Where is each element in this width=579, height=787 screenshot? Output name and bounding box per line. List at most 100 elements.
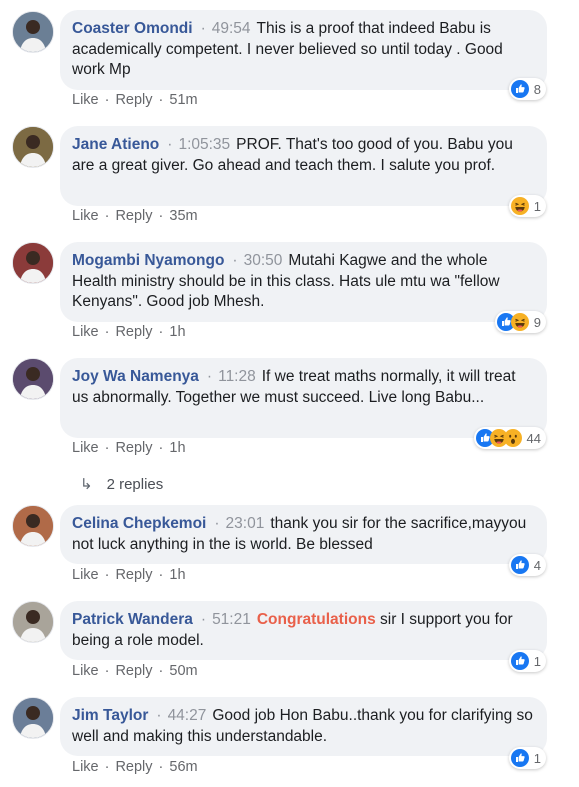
highlighted-word: Congratulations — [256, 611, 376, 628]
comment-bubble: Celina Chepkemoi · 23:01 thank you sir for … — [60, 505, 547, 564]
like-button[interactable]: Like — [72, 324, 99, 340]
wow-icon — [503, 429, 522, 447]
reaction-summary[interactable]: 44 — [473, 427, 546, 449]
separator-dot: · — [158, 324, 164, 340]
comment-bubble: Mogambi Nyamongo · 30:50 Mutahi Kagwe and t… — [60, 242, 547, 322]
comment-age[interactable]: 1h — [169, 567, 185, 583]
separator-dot: · — [104, 440, 110, 456]
video-timestamp-link[interactable]: 51:21 — [212, 611, 251, 628]
reply-button[interactable]: Reply — [115, 759, 152, 775]
reaction-count: 8 — [533, 81, 541, 97]
comment-age[interactable]: 56m — [169, 759, 197, 775]
comment-actions: Like · Reply · 35m — [72, 208, 198, 224]
comment-bubble: Coaster Omondi · 49:54 This is a proof that… — [60, 10, 547, 90]
video-timestamp-link[interactable]: 49:54 — [212, 20, 251, 37]
replies-count-label: 2 replies — [106, 476, 164, 493]
comment-age[interactable]: 35m — [169, 208, 197, 224]
separator-dot: · — [156, 707, 162, 724]
reaction-count: 9 — [533, 314, 541, 330]
reaction-summary[interactable]: 1 — [508, 650, 546, 672]
like-icon — [510, 80, 529, 98]
separator-dot: · — [214, 515, 220, 532]
avatar[interactable] — [12, 697, 54, 739]
comment-author-link[interactable]: Mogambi Nyamongo — [72, 252, 224, 269]
separator-dot: · — [104, 759, 110, 775]
separator-dot: · — [158, 759, 164, 775]
like-button[interactable]: Like — [72, 208, 99, 224]
reaction-summary[interactable]: 1 — [508, 195, 546, 217]
separator-dot: · — [158, 92, 164, 108]
reply-button[interactable]: Reply — [115, 663, 152, 679]
comment-bubble: Jane Atieno · 1:05:35 PROF. That's too good… — [60, 126, 547, 206]
like-icon — [510, 556, 529, 574]
video-timestamp-link[interactable]: 44:27 — [168, 707, 207, 724]
reaction-summary[interactable]: 4 — [508, 554, 546, 576]
comment-actions: Like · Reply · 56m — [72, 759, 198, 775]
reaction-count: 1 — [533, 750, 541, 766]
separator-dot: · — [158, 208, 164, 224]
comment-author-link[interactable]: Celina Chepkemoi — [72, 515, 206, 532]
reaction-summary[interactable]: 1 — [508, 747, 546, 769]
comment-bubble: Jim Taylor · 44:27 Good job Hon Babu..thank… — [60, 697, 547, 756]
reaction-summary[interactable]: 8 — [508, 78, 546, 100]
comment-actions: Like · Reply · 1h — [72, 324, 186, 340]
comment-author-link[interactable]: Joy Wa Namenya — [72, 368, 199, 385]
comment-actions: Like · Reply · 1h — [72, 440, 186, 456]
avatar[interactable] — [12, 358, 54, 400]
avatar[interactable] — [12, 126, 54, 168]
like-icon — [510, 652, 529, 670]
reaction-count: 1 — [533, 198, 541, 214]
separator-dot: · — [104, 92, 110, 108]
video-timestamp-link[interactable]: 30:50 — [244, 252, 283, 269]
comment-bubble: Patrick Wandera · 51:21 Congratulations sir… — [60, 601, 547, 660]
separator-dot: · — [232, 252, 238, 269]
avatar[interactable] — [12, 601, 54, 643]
comment-actions: Like · Reply · 1h — [72, 567, 186, 583]
comment-author-link[interactable]: Patrick Wandera — [72, 611, 193, 628]
comment-age[interactable]: 1h — [169, 440, 185, 456]
haha-icon — [510, 313, 529, 331]
separator-dot: · — [167, 136, 173, 153]
like-icon — [510, 749, 529, 767]
reply-button[interactable]: Reply — [115, 567, 152, 583]
like-button[interactable]: Like — [72, 440, 99, 456]
separator-dot: · — [104, 324, 110, 340]
separator-dot: · — [104, 663, 110, 679]
separator-dot: · — [104, 208, 110, 224]
separator-dot: · — [158, 567, 164, 583]
reaction-count: 44 — [526, 430, 541, 446]
comment-age[interactable]: 51m — [169, 92, 197, 108]
view-replies-link[interactable]: ↳ 2 replies — [80, 475, 163, 493]
avatar[interactable] — [12, 11, 54, 53]
comment-author-link[interactable]: Coaster Omondi — [72, 20, 193, 37]
reply-button[interactable]: Reply — [115, 324, 152, 340]
video-timestamp-link[interactable]: 1:05:35 — [178, 136, 230, 153]
video-timestamp-link[interactable]: 23:01 — [226, 515, 265, 532]
comment-actions: Like · Reply · 51m — [72, 92, 198, 108]
reaction-count: 1 — [533, 653, 541, 669]
like-button[interactable]: Like — [72, 567, 99, 583]
like-button[interactable]: Like — [72, 92, 99, 108]
reaction-summary[interactable]: 9 — [494, 311, 546, 333]
separator-dot: · — [104, 567, 110, 583]
comment-age[interactable]: 1h — [169, 324, 185, 340]
comment-age[interactable]: 50m — [169, 663, 197, 679]
video-timestamp-link[interactable]: 11:28 — [218, 368, 256, 385]
reply-button[interactable]: Reply — [115, 92, 152, 108]
separator-dot: · — [200, 611, 207, 628]
like-button[interactable]: Like — [72, 759, 99, 775]
reply-button[interactable]: Reply — [115, 440, 152, 456]
separator-dot: · — [158, 663, 164, 679]
reaction-count: 4 — [533, 557, 541, 573]
avatar[interactable] — [12, 242, 54, 284]
separator-dot: · — [200, 20, 206, 37]
reply-arrow-icon: ↳ — [80, 476, 93, 493]
comment-author-link[interactable]: Jim Taylor — [72, 707, 148, 724]
avatar[interactable] — [12, 505, 54, 547]
reply-button[interactable]: Reply — [115, 208, 152, 224]
separator-dot: · — [158, 440, 164, 456]
comment-author-link[interactable]: Jane Atieno — [72, 136, 159, 153]
like-button[interactable]: Like — [72, 663, 99, 679]
separator-dot: · — [206, 368, 213, 385]
comment-bubble: Joy Wa Namenya · 11:28 If we treat maths no… — [60, 358, 547, 438]
